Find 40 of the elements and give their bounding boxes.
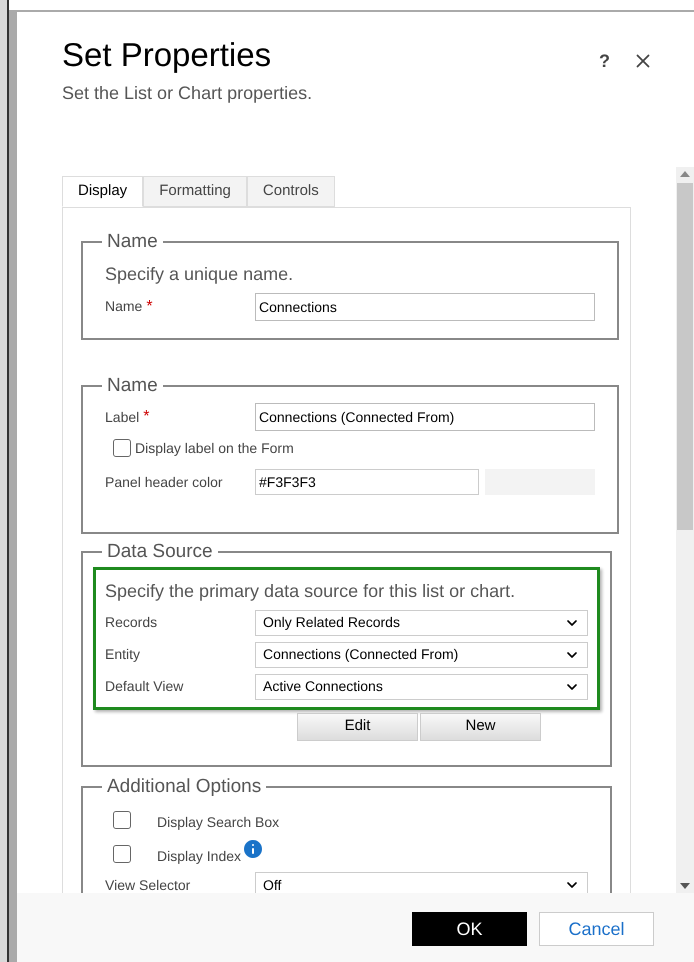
dropdown[interactable]: Connections (Connected From) bbox=[255, 642, 588, 668]
scrollbar[interactable] bbox=[676, 167, 694, 893]
checkbox-label: Display label on the Form bbox=[135, 438, 294, 458]
section-legend: Additional Options bbox=[102, 772, 266, 801]
dialog-subtitle: Set the List or Chart properties. bbox=[62, 82, 312, 105]
scrollbar-thumb[interactable] bbox=[677, 183, 693, 530]
field-label: Label bbox=[105, 408, 140, 426]
dropdown[interactable]: Active Connections bbox=[255, 674, 588, 700]
scroll-up-icon[interactable] bbox=[680, 171, 690, 177]
help-button[interactable]: ? bbox=[599, 48, 610, 74]
checkbox[interactable] bbox=[113, 845, 131, 863]
text-field[interactable]: Connections bbox=[255, 292, 595, 320]
field-label: Entity bbox=[105, 645, 140, 664]
tab[interactable]: Display bbox=[62, 176, 144, 207]
field-label: Default View bbox=[105, 677, 184, 696]
field-label: Panel header color bbox=[105, 472, 223, 492]
required-asterisk: * bbox=[143, 407, 150, 427]
section-legend: Data Source bbox=[102, 538, 218, 566]
text-field[interactable]: Connections (Connected From) bbox=[255, 403, 595, 431]
section-hint: Specify a unique name. bbox=[105, 262, 294, 286]
section-legend: Name bbox=[102, 228, 163, 256]
section-button[interactable]: New bbox=[420, 712, 541, 740]
checkbox-label: Display Index bbox=[157, 847, 242, 866]
checkbox-label: Display Search Box bbox=[157, 813, 280, 832]
field-label: Records bbox=[105, 613, 158, 632]
field-label: View Selector bbox=[105, 876, 190, 893]
dialog-title: Set Properties bbox=[62, 35, 272, 75]
section-legend: Name bbox=[102, 372, 163, 400]
dropdown[interactable]: Only Related Records bbox=[255, 610, 588, 636]
tab[interactable]: Formatting bbox=[143, 176, 247, 207]
tab[interactable]: Controls bbox=[246, 176, 335, 207]
color-field[interactable]: #F3F3F3 bbox=[255, 469, 479, 495]
field-label: Name bbox=[105, 297, 142, 316]
section-hint: Specify the primary data source for this list or chart. bbox=[105, 580, 516, 603]
footer-button[interactable]: OK bbox=[412, 912, 527, 946]
footer-button[interactable]: Cancel bbox=[539, 912, 654, 946]
section-button[interactable]: Edit bbox=[297, 712, 418, 740]
checkbox[interactable] bbox=[113, 439, 131, 457]
required-asterisk: * bbox=[146, 296, 153, 316]
checkbox[interactable] bbox=[113, 811, 131, 829]
